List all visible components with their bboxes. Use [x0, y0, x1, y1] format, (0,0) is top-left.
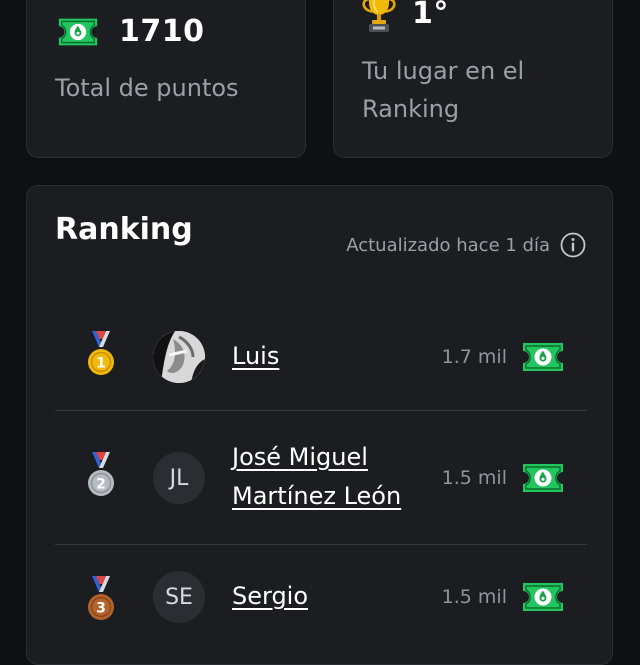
ranking-row[interactable]: 3 SE Sergio 1.5 mil [55, 545, 587, 665]
total-points-card: 1710 Total de puntos [26, 0, 306, 158]
ranking-position-value: 1° [412, 0, 449, 31]
user-points-value: 1.5 mil [441, 467, 507, 489]
user-name-link[interactable]: Sergio [232, 577, 308, 616]
avatar: SE [153, 571, 205, 623]
ticket-icon [519, 581, 567, 613]
user-name-link[interactable]: José Miguel Martínez León [232, 438, 442, 516]
ranking-position-label: Tu lugar en el Ranking [362, 57, 525, 123]
total-points-value: 1710 [119, 14, 205, 49]
ranking-position-card: 1° Tu lugar en el Ranking [333, 0, 613, 158]
ticket-icon [519, 341, 567, 373]
ranking-card: Ranking Actualizado hace 1 día 1 Luis 1.… [26, 185, 613, 665]
svg-text:2: 2 [96, 477, 106, 493]
silver-medal-icon: 2 [88, 452, 114, 496]
ranking-position-row: 1° [362, 0, 449, 33]
ranking-updated: Actualizado hace 1 día [346, 232, 586, 258]
user-points: 1.5 mil [442, 581, 567, 613]
avatar-initials: JL [169, 465, 189, 491]
ticket-icon [55, 16, 101, 48]
ranking-row[interactable]: 1 Luis 1.7 mil [55, 293, 587, 411]
svg-text:3: 3 [96, 601, 106, 617]
avatar: JL [153, 452, 205, 504]
avatar-initials: SE [165, 584, 193, 610]
info-icon[interactable] [560, 232, 586, 258]
user-name-link[interactable]: Luis [232, 337, 279, 376]
bronze-medal-icon: 3 [88, 576, 114, 620]
trophy-icon [362, 0, 396, 32]
ranking-updated-text: Actualizado hace 1 día [346, 234, 550, 256]
gold-medal-icon: 1 [88, 331, 114, 375]
svg-text:1: 1 [96, 356, 106, 372]
total-points-label: Total de puntos [55, 74, 239, 102]
ranking-title: Ranking [55, 212, 193, 247]
user-points-value: 1.5 mil [441, 586, 507, 608]
user-photo-icon [153, 331, 205, 383]
total-points-row: 1710 [55, 14, 205, 49]
user-points-value: 1.7 mil [441, 346, 507, 368]
ticket-icon [519, 462, 567, 494]
avatar [153, 331, 205, 383]
ranking-row[interactable]: 2 JL José Miguel Martínez León 1.5 mil [55, 411, 587, 545]
user-points: 1.5 mil [442, 462, 567, 494]
user-points: 1.7 mil [442, 341, 567, 373]
